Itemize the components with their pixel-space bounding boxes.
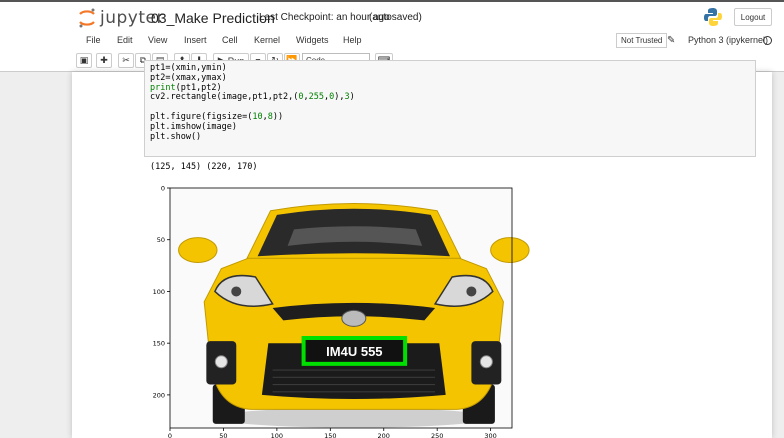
right-headlight-lens <box>466 286 477 297</box>
logout-button[interactable]: Logout <box>734 8 772 26</box>
kernel-name: Python 3 (ipykernel) <box>688 35 769 45</box>
jupyter-logo-icon <box>79 8 95 28</box>
pencil-icon[interactable]: ✎ <box>667 35 675 46</box>
menu-view[interactable]: View <box>148 35 167 45</box>
license-plate-text: IM4U 555 <box>326 344 382 359</box>
x-tick-label: 100 <box>271 432 283 438</box>
plus-icon: ✚ <box>100 55 108 65</box>
x-tick-label: 300 <box>484 432 496 438</box>
notebook-title[interactable]: 03_Make Prediction <box>151 10 275 26</box>
code-cell[interactable]: pt1=(xmin,ymin) pt2=(xmax,ymax) print(pt1,… <box>144 60 756 157</box>
x-tick-label: 250 <box>431 432 443 438</box>
menu-insert[interactable]: Insert <box>184 35 207 45</box>
menubar: File Edit View Insert Cell Kernel Widget… <box>0 32 784 50</box>
left-fog-lamp <box>214 355 228 369</box>
save-icon: ▣ <box>79 55 89 65</box>
autosave-status: (autosaved) <box>369 12 422 23</box>
x-tick-label: 50 <box>219 432 227 438</box>
insert-cell-button[interactable]: ✚ <box>96 53 112 68</box>
badge-icon <box>341 309 367 327</box>
y-tick-label: 200 <box>153 391 165 399</box>
menu-kernel[interactable]: Kernel <box>254 35 280 45</box>
car-shadow <box>217 407 491 428</box>
scissors-icon: ✂ <box>122 55 130 65</box>
save-button[interactable]: ▣ <box>76 53 92 68</box>
output-plot: IM4U 555 0 50 100 150 200 250 300 0 50 100 150 200 <box>153 185 530 438</box>
y-tick-label: 150 <box>153 340 165 348</box>
menu-widgets[interactable]: Widgets <box>296 35 329 45</box>
trust-status-button[interactable]: Not Trusted <box>616 33 668 48</box>
x-tick-label: 0 <box>168 432 172 438</box>
cell-output-text: (125, 145) (220, 170) <box>150 162 258 172</box>
y-tick-label: 0 <box>161 185 165 193</box>
right-fog-lamp <box>479 355 493 369</box>
left-headlight-lens <box>231 286 242 297</box>
y-tick-label: 100 <box>153 288 165 296</box>
menu-help[interactable]: Help <box>343 35 362 45</box>
x-tick-label: 200 <box>378 432 390 438</box>
python-logo-icon <box>704 8 722 26</box>
left-mirror <box>178 237 218 263</box>
cut-button[interactable]: ✂ <box>118 53 134 68</box>
kernel-status-icon <box>763 36 772 45</box>
code-editor[interactable]: pt1=(xmin,ymin) pt2=(xmax,ymax) print(pt1,… <box>150 63 355 142</box>
menu-file[interactable]: File <box>86 35 101 45</box>
code-line: plt.show() <box>150 131 202 142</box>
code-line: cv2.rectangle(image,pt1,pt2,(0,255,0),3) <box>150 92 355 103</box>
x-tick-label: 150 <box>324 432 336 438</box>
menu-cell[interactable]: Cell <box>222 35 238 45</box>
menu-edit[interactable]: Edit <box>117 35 133 45</box>
notebook-header: jupyter 03_Make Prediction Last Checkpoi… <box>0 0 784 32</box>
y-tick-label: 50 <box>157 236 165 244</box>
right-mirror <box>490 237 530 263</box>
